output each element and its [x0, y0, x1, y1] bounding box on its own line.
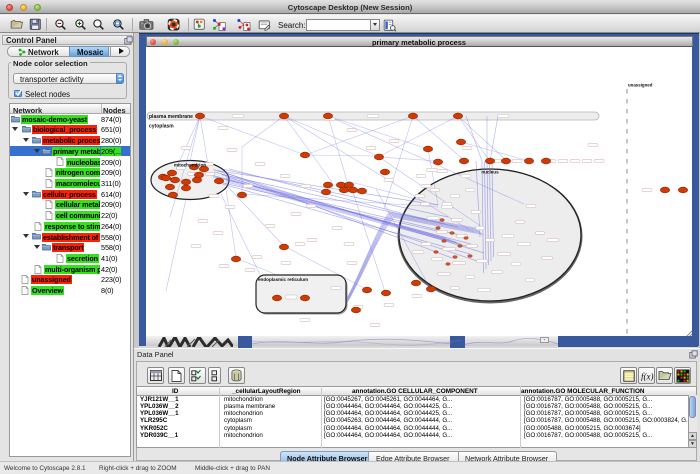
svg-text:cytoplasm: cytoplasm: [149, 124, 174, 130]
svg-text:mitochondrion: mitochondrion: [174, 163, 206, 168]
svg-text:f(x): f(x): [641, 371, 654, 381]
svg-text:nucleus: nucleus: [481, 170, 499, 175]
svg-text:endoplasmic reticulum: endoplasmic reticulum: [258, 277, 308, 282]
svg-text:plasma membrane: plasma membrane: [149, 114, 193, 120]
svg-text:unassigned: unassigned: [628, 83, 653, 88]
